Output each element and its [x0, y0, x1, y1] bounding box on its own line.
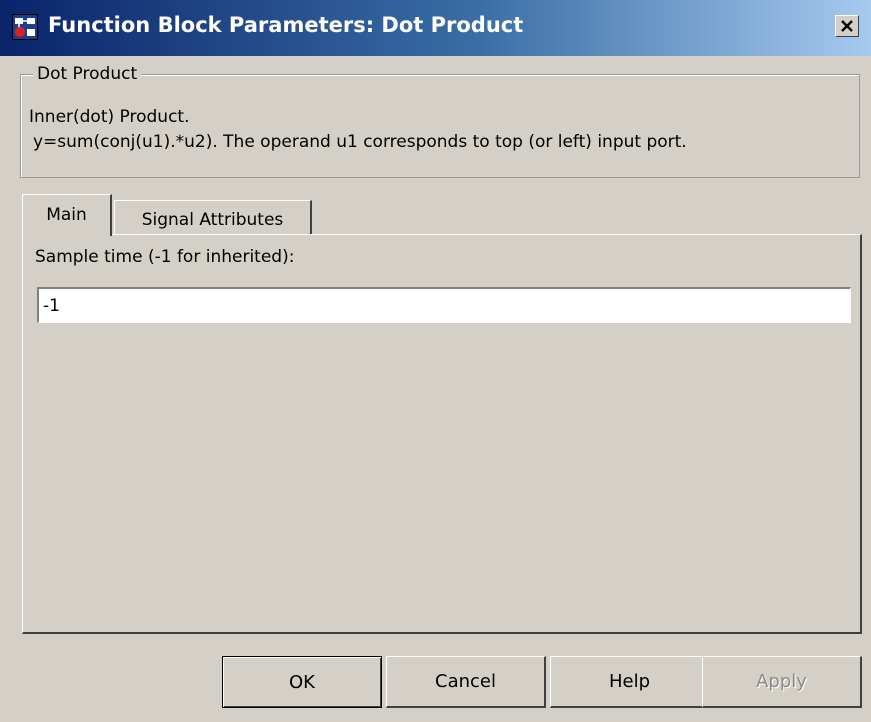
help-button[interactable]: Help	[550, 656, 710, 708]
tab-panel-main: Sample time (-1 for inherited):	[22, 234, 862, 634]
description-line-1: Inner(dot) Product.	[29, 107, 190, 127]
title-bar[interactable]: Function Block Parameters: Dot Product	[0, 0, 871, 56]
description-group: Dot Product Inner(dot) Product. y=sum(co…	[20, 63, 860, 178]
window-title: Function Block Parameters: Dot Product	[48, 13, 524, 37]
sample-time-label: Sample time (-1 for inherited):	[35, 247, 295, 267]
block-description: Inner(dot) Product. y=sum(conj(u1).*u2).…	[29, 105, 687, 155]
tab-signal-attributes-label: Signal Attributes	[141, 209, 284, 230]
cancel-button[interactable]: Cancel	[386, 656, 546, 708]
tab-main-label: Main	[46, 205, 87, 225]
description-line-2: y=sum(conj(u1).*u2). The operand u1 corr…	[33, 132, 687, 152]
close-icon	[841, 20, 853, 32]
dialog-window: Function Block Parameters: Dot Product D…	[0, 0, 871, 722]
close-button[interactable]	[835, 15, 859, 37]
tab-main[interactable]: Main	[22, 194, 112, 236]
apply-button[interactable]: Apply	[702, 656, 862, 708]
description-group-legend: Dot Product	[33, 63, 142, 85]
simulink-block-icon[interactable]	[12, 14, 38, 40]
sample-time-input[interactable]	[37, 287, 851, 323]
tab-signal-attributes[interactable]: Signal Attributes	[114, 200, 312, 238]
ok-button[interactable]: OK	[222, 656, 382, 708]
